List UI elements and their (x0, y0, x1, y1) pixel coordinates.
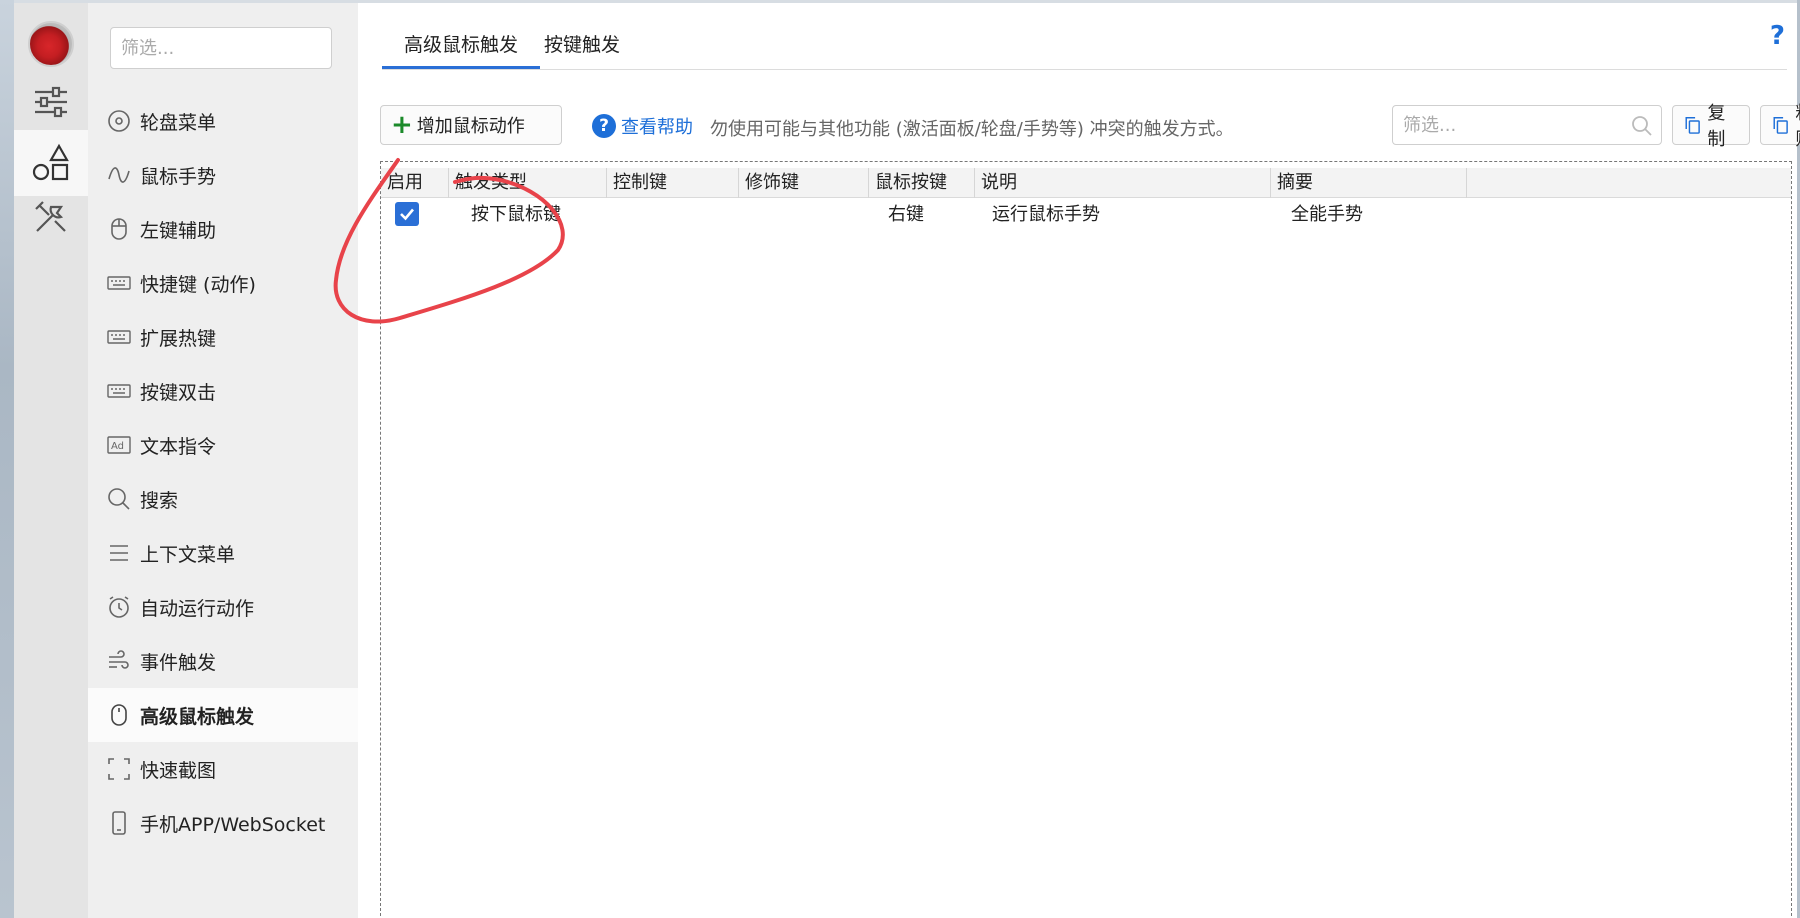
nav-item-label: 快速截图 (140, 759, 217, 782)
col-header-description[interactable]: 说明 (975, 168, 1271, 198)
shapes-icon (32, 143, 69, 181)
copy-label: 复制 (1707, 103, 1726, 150)
nav-item-quick-screenshot[interactable]: 快速截图 (88, 742, 358, 796)
cell-summary: 全能手势 (1291, 204, 1363, 225)
search-icon (1632, 116, 1652, 136)
gesture-icon (108, 167, 130, 183)
check-icon (400, 208, 414, 221)
copy-icon (1685, 117, 1700, 134)
nav-item-label: 扩展热键 (140, 327, 217, 350)
keyboard-icon (107, 330, 131, 344)
rail-settings-button[interactable] (14, 69, 88, 135)
wind-icon (109, 650, 129, 669)
nav-item-event-trigger[interactable]: 事件触发 (88, 634, 358, 688)
tools-icon (35, 201, 66, 232)
cell-description: 运行鼠标手势 (992, 204, 1100, 225)
cell-control-key (609, 198, 619, 232)
wheel-icon (108, 110, 130, 132)
mouse-icon (111, 704, 127, 726)
tab-bar: 高级鼠标触发 按键触发 (382, 23, 1787, 70)
nav-item-mouse-gesture[interactable]: 鼠标手势 (88, 148, 358, 202)
col-header-control-key[interactable]: 控制键 (607, 168, 739, 198)
mouse-icon (111, 218, 127, 240)
add-mouse-action-button[interactable]: + 增加鼠标动作 (380, 105, 562, 145)
ad-icon: Ad (107, 436, 131, 454)
nav-item-text-command[interactable]: Ad 文本指令 (88, 418, 358, 472)
nav-list: 轮盘菜单 鼠标手势 左键辅助 快捷键 (动作) 扩展热键 按键双击 Ad 文本指… (88, 94, 358, 850)
view-help-link[interactable]: ? 查看帮助 (592, 113, 693, 139)
keyboard-icon (107, 384, 131, 398)
nav-item-label: 文本指令 (140, 435, 217, 458)
table-row[interactable]: 按下鼠标键 右键 运行鼠标手势 全能手势 (381, 198, 1791, 232)
tab-advanced-mouse-trigger[interactable]: 高级鼠标触发 (382, 23, 541, 69)
nav-panel: 轮盘菜单 鼠标手势 左键辅助 快捷键 (动作) 扩展热键 按键双击 Ad 文本指… (88, 3, 358, 918)
nav-item-hotkey-action[interactable]: 快捷键 (动作) (88, 256, 358, 310)
cell-mouse-button: 右键 (888, 204, 924, 225)
nav-item-label: 轮盘菜单 (140, 111, 217, 134)
desktop-edge-left (0, 0, 14, 918)
col-header-modifier-key[interactable]: 修饰键 (739, 168, 869, 198)
help-circle-icon: ? (592, 114, 616, 138)
nav-item-wheel-menu[interactable]: 轮盘菜单 (88, 94, 358, 148)
trigger-table: 启用 触发类型 控制键 修饰键 鼠标按键 说明 摘要 按下鼠标键 右键 运行鼠标… (380, 161, 1792, 918)
nav-item-search[interactable]: 搜索 (88, 472, 358, 526)
nav-item-mobile-app[interactable]: 手机APP/WebSocket (88, 796, 358, 850)
nav-item-label: 鼠标手势 (140, 165, 217, 188)
paste-icon (1773, 117, 1788, 134)
nav-item-key-double-click[interactable]: 按键双击 (88, 364, 358, 418)
search-icon (108, 488, 130, 510)
nav-item-label: 上下文菜单 (140, 543, 236, 566)
help-question-icon[interactable]: ? (1770, 21, 1785, 51)
cell-modifier-key (741, 198, 751, 232)
screenshot-icon (108, 758, 130, 780)
col-header-summary[interactable]: 摘要 (1271, 168, 1467, 198)
sliders-icon (35, 86, 67, 118)
col-header-enabled[interactable]: 启用 (381, 168, 449, 198)
toolbar: + 增加鼠标动作 ? 查看帮助 勿使用可能与其他功能 (激活面板/轮盘/手势等)… (380, 103, 1800, 150)
phone-icon (112, 811, 126, 835)
paste-label: 粘贴 (1795, 99, 1800, 151)
nav-item-extended-hotkey[interactable]: 扩展热键 (88, 310, 358, 364)
copy-button[interactable]: 复制 (1672, 103, 1750, 150)
icon-rail (14, 3, 88, 918)
main-panel: 高级鼠标触发 按键触发 ? + 增加鼠标动作 ? 查看帮助 勿使用可能与其他功能… (358, 3, 1800, 918)
nav-item-label: 快捷键 (动作) (140, 273, 256, 296)
nav-item-label: 搜索 (140, 489, 179, 512)
nav-item-auto-run[interactable]: 自动运行动作 (88, 580, 358, 634)
cell-trigger-type: 按下鼠标键 (471, 204, 561, 225)
rail-tools-button[interactable] (14, 184, 88, 250)
conflict-hint-text: 勿使用可能与其他功能 (激活面板/轮盘/手势等) 冲突的触发方式。 (710, 119, 1234, 140)
plus-icon: + (391, 110, 413, 140)
nav-item-label: 事件触发 (140, 651, 217, 674)
paste-button[interactable]: 粘贴 (1760, 103, 1800, 150)
svg-text:Ad: Ad (111, 441, 124, 452)
nav-item-advanced-mouse-trigger[interactable]: 高级鼠标触发 (88, 688, 358, 742)
nav-item-label: 手机APP/WebSocket (140, 813, 326, 836)
nav-item-context-menu[interactable]: 上下文菜单 (88, 526, 358, 580)
view-help-label: 查看帮助 (621, 117, 693, 138)
nav-item-label: 高级鼠标触发 (140, 705, 255, 728)
menu-icon (110, 545, 128, 561)
nav-item-label: 左键辅助 (140, 219, 217, 242)
table-header: 启用 触发类型 控制键 修饰键 鼠标按键 说明 摘要 (381, 168, 1791, 198)
nav-item-left-assist[interactable]: 左键辅助 (88, 202, 358, 256)
enabled-checkbox[interactable] (395, 202, 419, 226)
add-mouse-action-label: 增加鼠标动作 (416, 116, 525, 137)
nav-item-label: 自动运行动作 (140, 597, 255, 620)
nav-filter-input[interactable] (110, 27, 332, 69)
keyboard-icon (107, 276, 131, 290)
table-filter-input[interactable] (1392, 105, 1662, 145)
avatar[interactable] (28, 21, 74, 67)
tab-key-trigger[interactable]: 按键触发 (522, 23, 642, 69)
alarm-icon (109, 596, 129, 618)
col-header-mouse-button[interactable]: 鼠标按键 (869, 168, 975, 198)
col-header-trigger-type[interactable]: 触发类型 (449, 168, 607, 198)
nav-item-label: 按键双击 (140, 381, 217, 404)
